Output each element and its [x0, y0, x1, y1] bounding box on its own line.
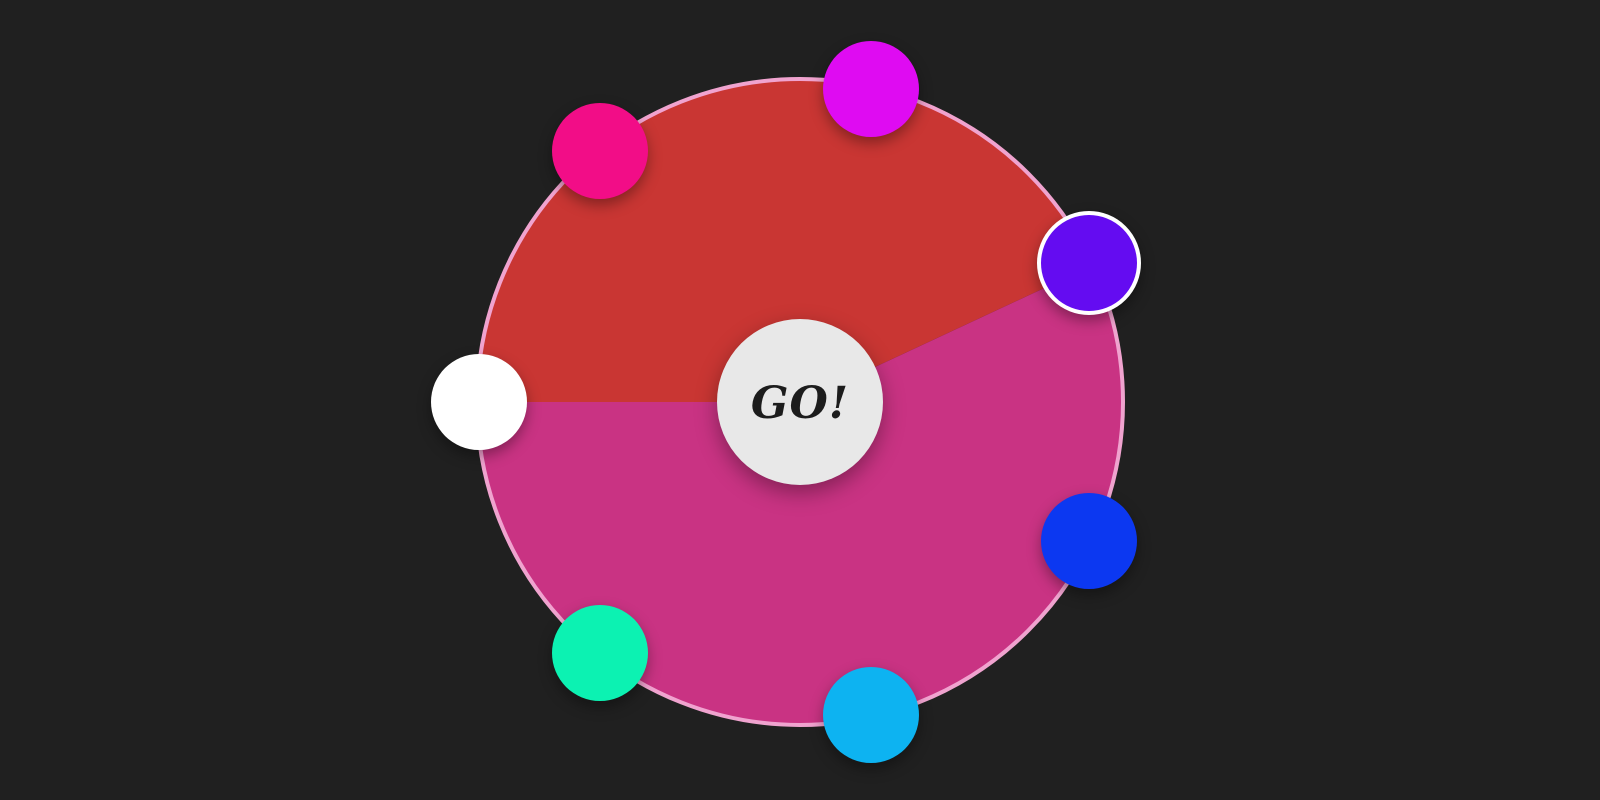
color-peg-violet[interactable]: [1037, 211, 1141, 315]
go-button[interactable]: GO!: [717, 319, 883, 485]
color-peg-blue[interactable]: [1041, 493, 1137, 589]
color-peg-magenta[interactable]: [823, 41, 919, 137]
color-peg-white[interactable]: [431, 354, 527, 450]
game-stage: GO!: [0, 0, 1600, 800]
color-peg-hot-pink[interactable]: [552, 103, 648, 199]
go-button-label: GO!: [750, 377, 850, 429]
color-peg-sky-blue[interactable]: [823, 667, 919, 763]
color-peg-mint[interactable]: [552, 605, 648, 701]
